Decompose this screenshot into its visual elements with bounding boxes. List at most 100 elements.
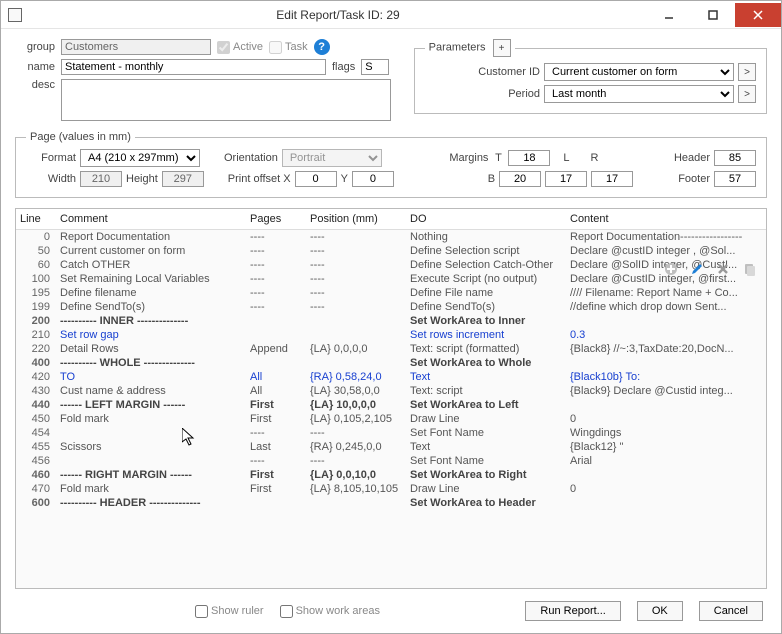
table-row[interactable]: 600---------- HEADER --------------Set W… [16,496,766,510]
footer-field[interactable] [714,171,756,187]
table-row[interactable]: 0Report Documentation--------NothingRepo… [16,230,766,244]
margin-right-label: R [582,152,606,164]
table-row[interactable]: 50Current customer on form--------Define… [16,244,766,258]
col-position[interactable]: Position (mm) [310,213,410,225]
table-row[interactable]: 440------ LEFT MARGIN ------First{LA} 10… [16,398,766,412]
format-select[interactable]: A4 (210 x 297mm) [80,149,200,167]
delete-row-icon[interactable] [715,261,731,277]
cell-comment [60,455,250,467]
cell-line: 470 [20,483,60,495]
copy-row-icon[interactable] [741,261,757,277]
cell-pages: All [250,371,310,383]
cell-pos: ---- [310,231,410,243]
cell-comment: Current customer on form [60,245,250,257]
col-comment[interactable]: Comment [60,213,250,225]
margin-right-field[interactable] [591,171,633,187]
cell-pos: ---- [310,259,410,271]
cell-line: 450 [20,413,60,425]
group-field[interactable] [61,39,211,55]
cell-content: Declare @custID integer , @Sol... [570,245,762,257]
table-row[interactable]: 100Set Remaining Local Variables--------… [16,272,766,286]
cell-comment: Report Documentation [60,231,250,243]
offset-y-field[interactable] [352,171,394,187]
header-field[interactable] [714,150,756,166]
cell-line: 50 [20,245,60,257]
add-parameter-button[interactable]: + [493,39,511,57]
offset-x-field[interactable] [295,171,337,187]
maximize-button[interactable] [691,3,735,27]
close-button[interactable] [735,3,781,27]
cell-line: 430 [20,385,60,397]
edit-row-icon[interactable] [689,261,705,277]
table-row[interactable]: 450Fold markFirst{LA} 0,105,2,105Draw Li… [16,412,766,426]
table-row[interactable]: 220Detail RowsAppend{LA} 0,0,0,0Text: sc… [16,342,766,356]
table-row[interactable]: 195Define filename--------Define File na… [16,286,766,300]
offset-y-label: Y [341,173,348,185]
flags-field[interactable] [361,59,389,75]
page-legend: Page (values in mm) [26,131,135,143]
cell-do: Set WorkArea to Right [410,469,570,481]
cell-pos: {LA} 0,105,2,105 [310,413,410,425]
cell-line: 460 [20,469,60,481]
param-customerid-select[interactable]: Current customer on form [544,63,734,81]
show-ruler-checkbox[interactable]: Show ruler [195,605,264,618]
table-row[interactable]: 454--------Set Font NameWingdings [16,426,766,440]
table-row[interactable]: 400---------- WHOLE --------------Set Wo… [16,356,766,370]
cell-pos: ---- [310,287,410,299]
desc-field[interactable] [61,79,391,121]
col-pages[interactable]: Pages [250,213,310,225]
table-row[interactable]: 199Define SendTo(s)--------Define SendTo… [16,300,766,314]
table-row[interactable]: 455ScissorsLast{RA} 0,245,0,0Text{Black1… [16,440,766,454]
cell-pos [310,315,410,327]
cell-pos: {LA} 8,105,10,105 [310,483,410,495]
show-work-areas-checkbox[interactable]: Show work areas [280,605,380,618]
table-row[interactable]: 470Fold markFirst{LA} 8,105,10,105Draw L… [16,482,766,496]
cell-comment: Set row gap [60,329,250,341]
cell-pages: Append [250,343,310,355]
table-row[interactable]: 430Cust name & addressAll{LA} 30,58,0,0T… [16,384,766,398]
cell-pos: ---- [310,427,410,439]
ok-button[interactable]: OK [637,601,683,621]
col-do[interactable]: DO [410,213,570,225]
window: Edit Report/Task ID: 29 group Act [0,0,782,634]
table-row[interactable]: 60Catch OTHER--------Define Selection Ca… [16,258,766,272]
table-row[interactable]: 210Set row gapSet rows increment0.3 [16,328,766,342]
cell-content: Report Documentation----------------- [570,231,762,243]
active-checkbox[interactable]: Active [217,41,263,54]
table-row[interactable]: 200---------- INNER --------------Set Wo… [16,314,766,328]
margin-bottom-field[interactable] [499,171,541,187]
orientation-select[interactable]: Portrait [282,149,382,167]
param-period-more[interactable]: > [738,85,756,103]
flags-label: flags [332,61,355,73]
footer-label: Footer [678,173,710,185]
col-line[interactable]: Line [20,213,60,225]
margin-top-field[interactable] [508,150,550,166]
margin-left-field[interactable] [545,171,587,187]
height-field[interactable] [162,171,204,187]
cancel-button[interactable]: Cancel [699,601,763,621]
width-field[interactable] [80,171,122,187]
table-body[interactable]: 0Report Documentation--------NothingRepo… [16,230,766,588]
task-checkbox[interactable]: Task [269,41,308,54]
cell-pages: ---- [250,273,310,285]
cell-content: 0 [570,413,762,425]
table-row[interactable]: 420TOAll{RA} 0,58,24,0Text{Black10b} To: [16,370,766,384]
name-field[interactable] [61,59,326,75]
help-icon[interactable]: ? [314,39,330,55]
col-content[interactable]: Content [570,213,730,225]
minimize-button[interactable] [647,3,691,27]
height-label: Height [126,173,158,185]
table-row[interactable]: 460------ RIGHT MARGIN ------First{LA} 0… [16,468,766,482]
system-menu-icon[interactable] [1,8,29,22]
cell-line: 455 [20,441,60,453]
header-label: Header [674,152,710,164]
run-report-button[interactable]: Run Report... [525,601,620,621]
cell-comment: Fold mark [60,413,250,425]
param-period-select[interactable]: Last month [544,85,734,103]
table-row[interactable]: 456--------Set Font NameArial [16,454,766,468]
add-row-icon[interactable] [663,261,679,277]
param-customerid-more[interactable]: > [738,63,756,81]
cell-pages: ---- [250,455,310,467]
cell-do: Draw Line [410,413,570,425]
cell-pages: ---- [250,287,310,299]
